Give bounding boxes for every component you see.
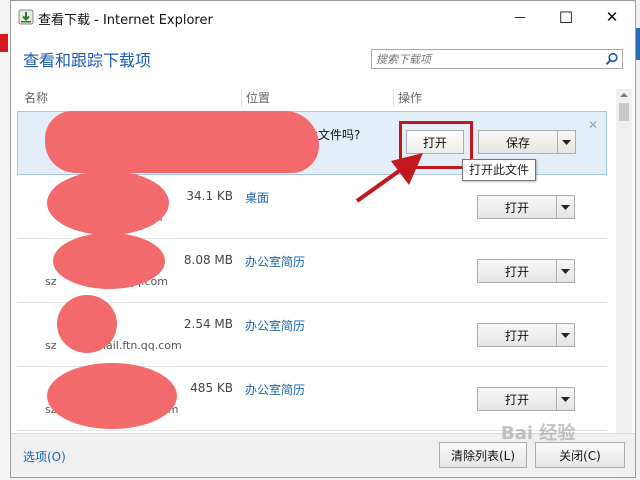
open-file-tooltip: 打开此文件: [462, 159, 537, 181]
open-options-dropdown[interactable]: [557, 323, 575, 347]
open-options-dropdown[interactable]: [557, 195, 575, 219]
redaction-blot: [47, 171, 169, 235]
dismiss-prompt-icon[interactable]: ✕: [588, 118, 598, 132]
close-label: 关闭(C): [559, 448, 601, 463]
open-button[interactable]: 打开: [477, 195, 557, 219]
redaction-blot: [53, 233, 165, 289]
download-size: 2.54 MB: [183, 317, 233, 331]
downloads-list: 存此文件吗? 打开 保存 ✕ om 34.1 KB 桌面 打开 r: [17, 109, 607, 433]
close-window-button[interactable]: ✕: [589, 1, 635, 33]
save-label: 保存: [505, 135, 530, 150]
scroll-up-icon[interactable]: [616, 89, 632, 101]
save-options-dropdown[interactable]: [558, 130, 576, 154]
redaction-blot: [57, 295, 117, 353]
chevron-down-icon: [562, 139, 571, 145]
minimize-icon: —: [514, 10, 526, 24]
clear-list-label: 清除列表(L): [450, 448, 516, 463]
search-icon[interactable]: [605, 52, 619, 66]
watermark-text: Bai 经验: [501, 423, 576, 444]
chevron-down-icon: [561, 396, 570, 402]
download-location-link[interactable]: 办公室简历: [245, 317, 305, 334]
list-scrollbar[interactable]: [616, 89, 632, 435]
options-link[interactable]: 选项(O): [23, 448, 66, 465]
open-button[interactable]: 打开: [477, 259, 557, 283]
open-options-dropdown[interactable]: [557, 259, 575, 283]
download-location-link[interactable]: 办公室简历: [245, 253, 305, 270]
column-header-actions[interactable]: 操作: [395, 87, 595, 109]
clear-list-button[interactable]: 清除列表(L): [439, 442, 527, 468]
chevron-down-icon: [561, 332, 570, 338]
view-downloads-window: 查看下载 - Internet Explorer — ☐ ✕ 查看和跟踪下载项 …: [10, 0, 636, 478]
search-box[interactable]: [371, 49, 623, 69]
column-header-location[interactable]: 位置: [243, 87, 393, 109]
download-size: 8.08 MB: [183, 253, 233, 267]
download-source: sz: [45, 275, 57, 288]
downloads-icon: [18, 9, 34, 25]
maximize-icon: ☐: [558, 7, 574, 27]
scrollbar-thumb[interactable]: [619, 103, 629, 121]
title-bar[interactable]: 查看下载 - Internet Explorer — ☐ ✕: [11, 1, 635, 33]
download-location-link[interactable]: 办公室简历: [245, 381, 305, 398]
open-label: 打开: [504, 392, 529, 407]
page-title: 查看和跟踪下载项: [23, 51, 152, 70]
download-source: sz: [45, 339, 57, 352]
background-red-strip: [0, 34, 8, 52]
open-label: 打开: [504, 264, 529, 279]
column-header-name[interactable]: 名称: [21, 87, 241, 109]
maximize-button[interactable]: ☐: [543, 1, 589, 33]
minimize-button[interactable]: —: [497, 1, 543, 33]
open-label: 打开: [504, 200, 529, 215]
open-label: 打开: [504, 328, 529, 343]
save-button[interactable]: 保存: [478, 130, 558, 154]
close-button[interactable]: 关闭(C): [535, 442, 625, 468]
close-icon: ✕: [605, 8, 619, 26]
download-source-suffix: nail.ftn.qq.com: [99, 339, 182, 352]
download-location-link[interactable]: 桌面: [245, 189, 269, 206]
open-button[interactable]: 打开: [477, 323, 557, 347]
open-button[interactable]: 打开: [477, 387, 557, 411]
search-input[interactable]: [376, 51, 596, 67]
column-separator: [241, 89, 242, 107]
redaction-blot: [47, 363, 177, 429]
open-options-dropdown[interactable]: [557, 387, 575, 411]
column-separator: [393, 89, 394, 107]
window-title: 查看下载 - Internet Explorer: [38, 13, 213, 28]
pointer-arrow-icon: [355, 153, 423, 203]
redaction-blot: [45, 111, 319, 173]
chevron-down-icon: [561, 268, 570, 274]
chevron-down-icon: [561, 204, 570, 210]
